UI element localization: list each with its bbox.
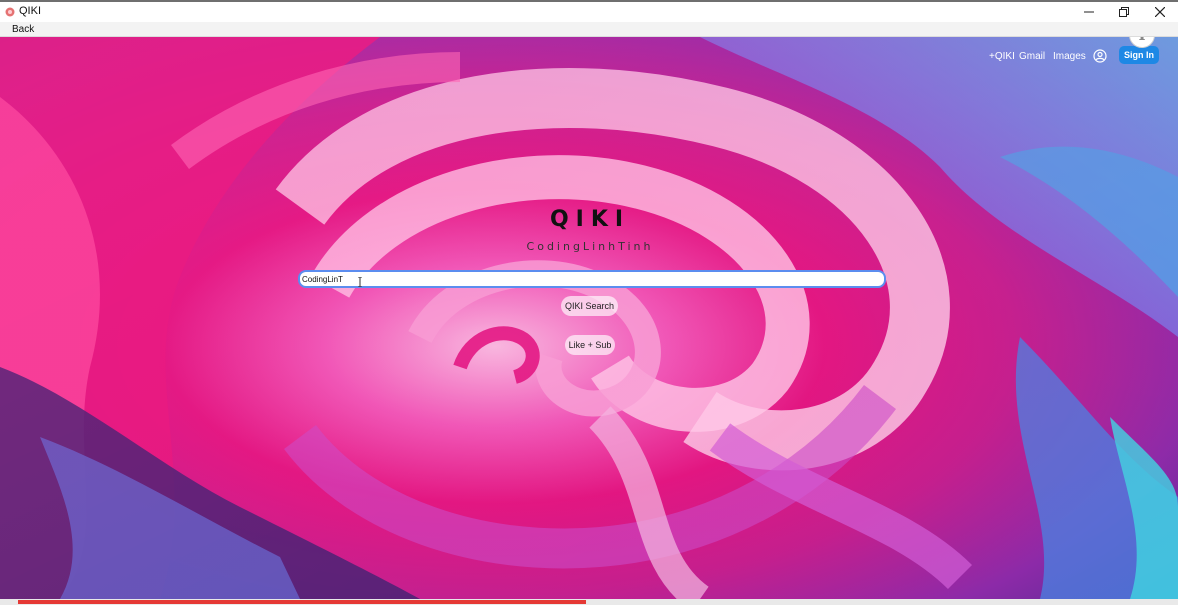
app-icon	[5, 7, 15, 17]
page-content: +QIKI Gmail Images Sign In i QIKI Coding…	[0, 37, 1178, 599]
restore-icon	[1119, 7, 1129, 17]
title-bar: QIKI	[0, 0, 1178, 22]
sign-in-button[interactable]: Sign In	[1119, 46, 1159, 64]
minimize-button[interactable]	[1071, 2, 1107, 22]
minimize-icon	[1084, 11, 1094, 13]
swirl-background-image	[0, 37, 1178, 599]
qiki-logo: QIKI	[549, 207, 631, 232]
app-window: QIKI Back +QIKI Gmail Images Sign In QIK…	[0, 0, 1178, 605]
search-input[interactable]	[302, 272, 862, 286]
restore-button[interactable]	[1106, 2, 1142, 22]
qiki-search-button[interactable]: QIKI Search	[561, 296, 618, 316]
logo-subtitle: CodingLinhTinh	[526, 240, 654, 253]
close-icon	[1155, 7, 1165, 17]
account-icon[interactable]	[1093, 49, 1107, 63]
qiki-plus-link[interactable]: +QIKI	[989, 50, 1015, 64]
search-box[interactable]	[298, 270, 886, 288]
gmail-link[interactable]: Gmail	[1019, 50, 1045, 64]
images-link[interactable]: Images	[1053, 50, 1086, 64]
menu-bar: Back	[0, 22, 1178, 37]
close-button[interactable]	[1142, 2, 1178, 22]
text-cursor-icon	[358, 277, 362, 287]
back-button[interactable]: Back	[12, 22, 34, 37]
video-progress-fill	[18, 600, 586, 604]
video-progress-bar[interactable]	[0, 599, 1178, 605]
like-sub-button[interactable]: Like + Sub	[565, 335, 615, 355]
window-title: QIKI	[19, 5, 42, 17]
